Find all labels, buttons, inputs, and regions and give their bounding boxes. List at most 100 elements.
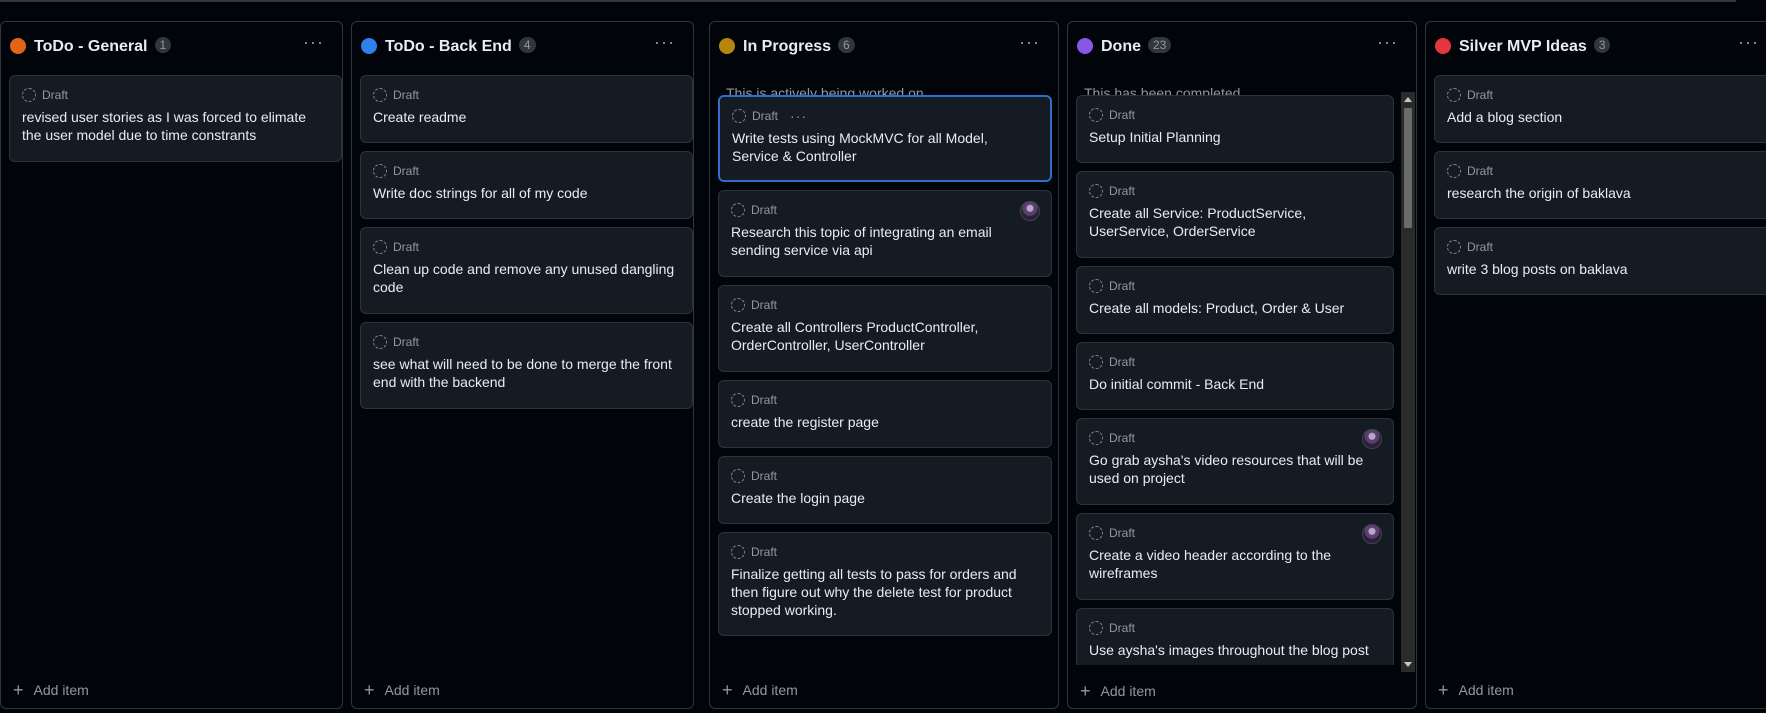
draft-circle-icon	[1089, 526, 1103, 540]
card[interactable]: Draft Clean up code and remove any unuse…	[360, 227, 693, 314]
draft-status: Draft	[373, 334, 419, 350]
draft-status: Draft	[22, 87, 68, 103]
card-title[interactable]: Go grab aysha's video resources that wil…	[1089, 451, 1381, 487]
add-item-label: Add item	[1100, 683, 1156, 699]
card[interactable]: Draft Use aysha's images throughout the …	[1076, 608, 1394, 665]
card-list: Draft ··· Write tests using MockMVC for a…	[710, 22, 1058, 708]
card-title[interactable]: Write tests using MockMVC for all Model,…	[732, 129, 1038, 165]
column-todo-general: ToDo - General 1 ··· Draft revised user s…	[0, 21, 343, 709]
draft-label: Draft	[751, 298, 778, 312]
draft-circle-icon	[373, 164, 387, 178]
scroll-up-arrow-icon[interactable]	[1404, 97, 1412, 102]
card-title[interactable]: Create the login page	[731, 489, 1039, 507]
column-silver-mvp-ideas: Silver MVP Ideas 3 ··· Draft Add a blog s…	[1425, 21, 1766, 709]
card[interactable]: Draft Do initial commit - Back End	[1076, 342, 1394, 410]
card-title[interactable]: Clean up code and remove any unused dang…	[373, 260, 680, 296]
draft-status: Draft	[1447, 87, 1493, 103]
draft-label: Draft	[1109, 279, 1136, 293]
card-title[interactable]: Do initial commit - Back End	[1089, 375, 1381, 393]
draft-circle-icon	[1447, 240, 1461, 254]
draft-label: Draft	[1467, 88, 1494, 102]
assignee-avatar[interactable]	[1362, 429, 1382, 449]
card[interactable]: Draft Create a video header according to…	[1076, 513, 1394, 600]
draft-label: Draft	[393, 88, 420, 102]
add-item-button[interactable]: + Add item	[13, 680, 89, 700]
draft-status: Draft	[373, 163, 419, 179]
draft-label: Draft	[1467, 240, 1494, 254]
draft-label: Draft	[751, 393, 778, 407]
card[interactable]: Draft Add a blog section	[1434, 75, 1766, 143]
draft-status: Draft	[1089, 525, 1135, 541]
card-title[interactable]: Create readme	[373, 108, 680, 126]
card-title[interactable]: Write doc strings for all of my code	[373, 184, 680, 202]
draft-circle-icon	[1089, 108, 1103, 122]
scrollbar-thumb[interactable]	[1404, 108, 1412, 228]
add-item-button[interactable]: + Add item	[1438, 680, 1514, 700]
draft-label: Draft	[751, 469, 778, 483]
draft-label: Draft	[1109, 108, 1136, 122]
card-title[interactable]: Add a blog section	[1447, 108, 1761, 126]
draft-circle-icon	[731, 393, 745, 407]
draft-circle-icon	[373, 335, 387, 349]
card[interactable]: Draft see what will need to be done to m…	[360, 322, 693, 409]
add-item-button[interactable]: + Add item	[722, 681, 798, 699]
card-title[interactable]: Finalize getting all tests to pass for o…	[731, 565, 1039, 619]
plus-icon: +	[1438, 680, 1449, 700]
add-item-label: Add item	[1458, 682, 1514, 698]
card-selected[interactable]: Draft ··· Write tests using MockMVC for a…	[718, 95, 1052, 182]
card[interactable]: Draft Create all models: Product, Order …	[1076, 266, 1394, 334]
card-title[interactable]: see what will need to be done to merge t…	[373, 355, 680, 391]
card-title[interactable]: create the register page	[731, 413, 1039, 431]
card[interactable]: Draft Create all Controllers ProductCont…	[718, 285, 1052, 372]
draft-circle-icon	[1089, 621, 1103, 635]
draft-status: Draft	[1089, 620, 1135, 636]
draft-status: Draft	[373, 239, 419, 255]
card-title[interactable]: Research this topic of integrating an em…	[731, 223, 1039, 259]
card-title[interactable]: Create a video header according to the w…	[1089, 546, 1381, 582]
card[interactable]: Draft Create the login page	[718, 456, 1052, 524]
draft-label: Draft	[393, 164, 420, 178]
card-title[interactable]: research the origin of baklava	[1447, 184, 1761, 202]
top-divider	[0, 0, 1736, 2]
card[interactable]: Draft Finalize getting all tests to pass…	[718, 532, 1052, 636]
card-list: Draft Add a blog section Draft research …	[1426, 22, 1766, 708]
draft-status: Draft	[1089, 430, 1135, 446]
draft-label: Draft	[1109, 355, 1136, 369]
card[interactable]: Draft Go grab aysha's video resources th…	[1076, 418, 1394, 505]
vertical-scrollbar[interactable]	[1401, 92, 1415, 672]
draft-label: Draft	[751, 545, 778, 559]
card-list: Draft revised user stories as I was forc…	[1, 22, 342, 708]
draft-status: Draft	[373, 87, 419, 103]
card[interactable]: Draft Create all Service: ProductService…	[1076, 171, 1394, 258]
card-title[interactable]: write 3 blog posts on baklava	[1447, 260, 1761, 278]
draft-circle-icon	[1089, 184, 1103, 198]
card[interactable]: Draft Research this topic of integrating…	[718, 190, 1052, 277]
add-item-button[interactable]: + Add item	[364, 681, 440, 699]
card[interactable]: Draft Setup Initial Planning	[1076, 95, 1394, 163]
card[interactable]: Draft create the register page	[718, 380, 1052, 448]
assignee-avatar[interactable]	[1362, 524, 1382, 544]
draft-status: Draft	[1089, 183, 1135, 199]
assignee-avatar[interactable]	[1020, 201, 1040, 221]
draft-circle-icon	[731, 545, 745, 559]
card[interactable]: Draft Create readme	[360, 75, 693, 143]
card[interactable]: Draft research the origin of baklava	[1434, 151, 1766, 219]
plus-icon: +	[13, 680, 24, 700]
card-title[interactable]: Create all models: Product, Order & User	[1089, 299, 1381, 317]
draft-status: Draft	[1089, 107, 1135, 123]
card-title[interactable]: revised user stories as I was forced to …	[22, 108, 329, 144]
column-in-progress: In Progress 6 ··· This is actively being …	[709, 21, 1059, 709]
draft-status: Draft	[731, 297, 777, 313]
card-title[interactable]: Create all Controllers ProductController…	[731, 318, 1039, 354]
card-title[interactable]: Create all Service: ProductService, User…	[1089, 204, 1381, 240]
card-title[interactable]: Setup Initial Planning	[1089, 128, 1381, 146]
scroll-down-arrow-icon[interactable]	[1404, 662, 1412, 667]
card-title[interactable]: Use aysha's images throughout the blog p…	[1089, 641, 1381, 659]
card[interactable]: Draft write 3 blog posts on baklava	[1434, 227, 1766, 295]
card[interactable]: Draft revised user stories as I was forc…	[9, 75, 342, 162]
card-menu-button[interactable]: ···	[790, 108, 807, 124]
draft-circle-icon	[1089, 355, 1103, 369]
add-item-button[interactable]: + Add item	[1080, 682, 1156, 700]
add-item-label: Add item	[742, 682, 798, 698]
card[interactable]: Draft Write doc strings for all of my co…	[360, 151, 693, 219]
